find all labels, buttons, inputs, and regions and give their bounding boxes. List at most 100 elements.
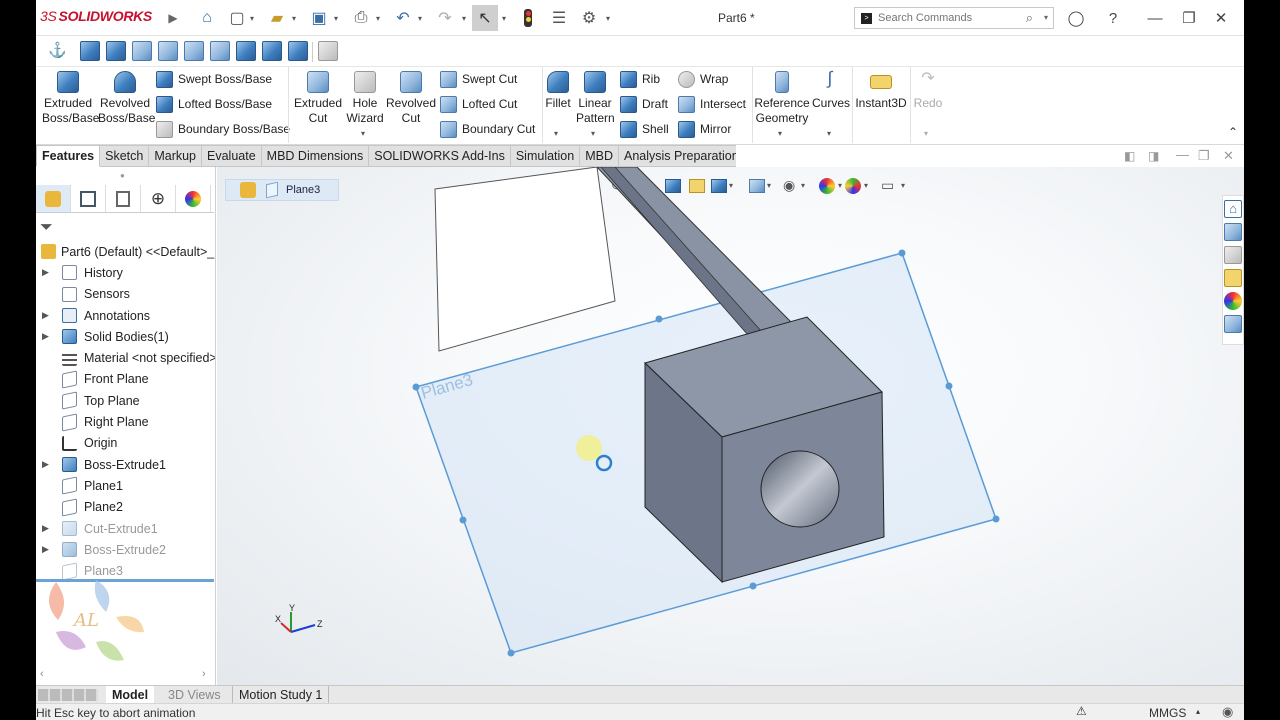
design-library-icon[interactable]: [1224, 223, 1242, 241]
plane-handle[interactable]: [992, 515, 1000, 523]
tree-item-annotations[interactable]: ▶ Annotations: [36, 305, 215, 326]
rebuild-status-icon[interactable]: ⚠: [1076, 704, 1087, 718]
tab-evaluate[interactable]: Evaluate: [202, 145, 262, 167]
options-dropdown-icon[interactable]: ▾: [606, 14, 610, 23]
plane-handle[interactable]: [898, 249, 906, 257]
solidworks-logo[interactable]: 3S SOLIDWORKS: [40, 8, 152, 24]
fillet-dropdown-icon[interactable]: ▾: [554, 129, 558, 138]
tree-item-material-not-specified[interactable]: Material <not specified>: [36, 347, 215, 368]
tab-3d-views[interactable]: 3D Views: [162, 686, 227, 704]
select-dropdown-icon[interactable]: ▾: [502, 14, 506, 23]
undo-dropdown-icon[interactable]: ▾: [418, 14, 422, 23]
select-cursor-icon[interactable]: ↖: [472, 5, 498, 31]
appearances-scenes-icon[interactable]: [1224, 292, 1242, 310]
tab-motion-study-1[interactable]: Motion Study 1: [232, 686, 330, 704]
tab-mbd[interactable]: MBD: [580, 145, 619, 167]
tile-right-icon[interactable]: ◨: [1148, 149, 1159, 163]
units-dropdown-icon[interactable]: ▴: [1196, 707, 1200, 716]
rebuild-icon[interactable]: [524, 9, 532, 27]
save-dropdown-icon[interactable]: ▾: [334, 14, 338, 23]
boundary-boss-base-button[interactable]: Boundary Boss/Base: [156, 119, 290, 139]
viewport-close-icon[interactable]: ✕: [1223, 148, 1234, 164]
filter-icon[interactable]: ⏷: [40, 219, 62, 239]
expand-arrow-icon[interactable]: ▶: [42, 523, 49, 534]
display-manager-tab[interactable]: [176, 185, 211, 212]
box-icon[interactable]: [158, 41, 178, 61]
configuration-manager-tab[interactable]: [106, 185, 141, 212]
swept-cut-button[interactable]: Swept Cut: [440, 69, 517, 89]
box-icon[interactable]: [80, 41, 100, 61]
expand-arrow-icon[interactable]: ▶: [42, 331, 49, 342]
box-icon[interactable]: [210, 41, 230, 61]
print-icon[interactable]: ⎙: [350, 7, 372, 29]
panel-grip-icon[interactable]: ●: [120, 171, 125, 180]
search-commands-box[interactable]: > ⌕ ▾: [854, 7, 1054, 29]
tree-item-top-plane[interactable]: Top Plane: [36, 390, 215, 411]
tab-markup[interactable]: Markup: [149, 145, 203, 167]
tree-item-history[interactable]: ▶ History: [36, 262, 215, 283]
tab-solidworks-add-ins[interactable]: SOLIDWORKS Add-Ins: [369, 145, 511, 167]
revolved-boss-base-button[interactable]: Revolved Boss/Base: [98, 71, 155, 126]
tree-item-boss-extrude1[interactable]: ▶ Boss-Extrude1: [36, 454, 215, 475]
expand-arrow-icon[interactable]: ▶: [42, 267, 49, 278]
scroll-right-icon[interactable]: ›: [202, 668, 206, 680]
plane-handle[interactable]: [459, 516, 467, 524]
plane-handle[interactable]: [945, 382, 953, 390]
curves-button[interactable]: ∫ Curves: [812, 69, 850, 111]
instant3d-button[interactable]: Instant3D: [854, 71, 908, 111]
help-icon[interactable]: ?: [1102, 7, 1124, 29]
feature-tree-tab[interactable]: [36, 185, 71, 212]
hole-wizard-button[interactable]: Hole Wizard: [344, 71, 386, 126]
view-palette-icon[interactable]: [1224, 269, 1242, 287]
reference-geometry-dropdown-icon[interactable]: ▾: [778, 129, 782, 138]
expand-arrow-icon[interactable]: ▶: [42, 544, 49, 555]
dimxpert-tab[interactable]: ⊕: [141, 185, 176, 212]
scroll-left-icon[interactable]: ‹: [40, 668, 44, 680]
revolved-cut-button[interactable]: Revolved Cut: [386, 71, 436, 126]
viewport-restore-icon[interactable]: ❐: [1198, 148, 1210, 164]
search-input[interactable]: [878, 12, 1018, 24]
model-viewport[interactable]: Plane3 Y Z X: [217, 167, 1244, 685]
lofted-boss-base-button[interactable]: Lofted Boss/Base: [156, 94, 272, 114]
redo-dropdown-icon[interactable]: ▾: [924, 129, 928, 138]
expand-arrow-icon[interactable]: ▶: [42, 310, 49, 321]
save-icon[interactable]: ▣: [308, 7, 330, 29]
tree-item-right-plane[interactable]: Right Plane: [36, 411, 215, 432]
new-document-icon[interactable]: ▢: [226, 7, 248, 29]
tab-model[interactable]: Model: [106, 686, 155, 704]
plane-handle[interactable]: [507, 649, 515, 657]
reference-geometry-button[interactable]: Reference Geometry: [754, 71, 810, 126]
tree-item-front-plane[interactable]: Front Plane: [36, 369, 215, 390]
unit-system[interactable]: MMGS: [1149, 706, 1186, 720]
linear-pattern-dropdown-icon[interactable]: ▾: [591, 129, 595, 138]
tree-root-part[interactable]: Part6 (Default) <<Default>_D: [36, 241, 215, 262]
collapse-ribbon-icon[interactable]: ⌃: [1228, 125, 1238, 139]
plane-handle[interactable]: [655, 315, 663, 323]
tree-item-plane2[interactable]: Plane2: [36, 497, 215, 518]
minimize-button[interactable]: —: [1144, 7, 1166, 29]
undo-icon[interactable]: ↶: [392, 7, 414, 29]
box-icon[interactable]: [236, 41, 256, 61]
pencil-icon[interactable]: [318, 41, 338, 61]
box-icon[interactable]: [132, 41, 152, 61]
close-button[interactable]: ✕: [1210, 7, 1232, 29]
linear-pattern-button[interactable]: Linear Pattern: [576, 71, 615, 126]
curves-dropdown-icon[interactable]: ▾: [827, 129, 831, 138]
file-properties-icon[interactable]: ☰: [548, 7, 570, 29]
restore-button[interactable]: ❐: [1178, 7, 1200, 29]
tree-item-plane1[interactable]: Plane1: [36, 475, 215, 496]
user-account-icon[interactable]: ◯: [1065, 7, 1087, 29]
search-icon[interactable]: ⌕: [1026, 10, 1033, 26]
extruded-boss-base-button[interactable]: Extruded Boss/Base: [42, 71, 99, 126]
anchor-icon[interactable]: ⚓: [48, 41, 68, 61]
redo-button[interactable]: ↷ Redo: [912, 71, 944, 111]
tree-item-cut-extrude1[interactable]: ▶ Cut-Extrude1: [36, 518, 215, 539]
open-dropdown-icon[interactable]: ▾: [292, 14, 296, 23]
solidworks-resources-icon[interactable]: ⌂: [1224, 200, 1242, 218]
viewport-minimize-icon[interactable]: —: [1176, 147, 1189, 162]
tab-mbd-dimensions[interactable]: MBD Dimensions: [261, 145, 370, 167]
customize-status-icon[interactable]: ◉: [1222, 704, 1233, 720]
lofted-cut-button[interactable]: Lofted Cut: [440, 94, 517, 114]
redo-icon[interactable]: ↷: [434, 7, 456, 29]
tab-simulation[interactable]: Simulation: [510, 145, 581, 167]
